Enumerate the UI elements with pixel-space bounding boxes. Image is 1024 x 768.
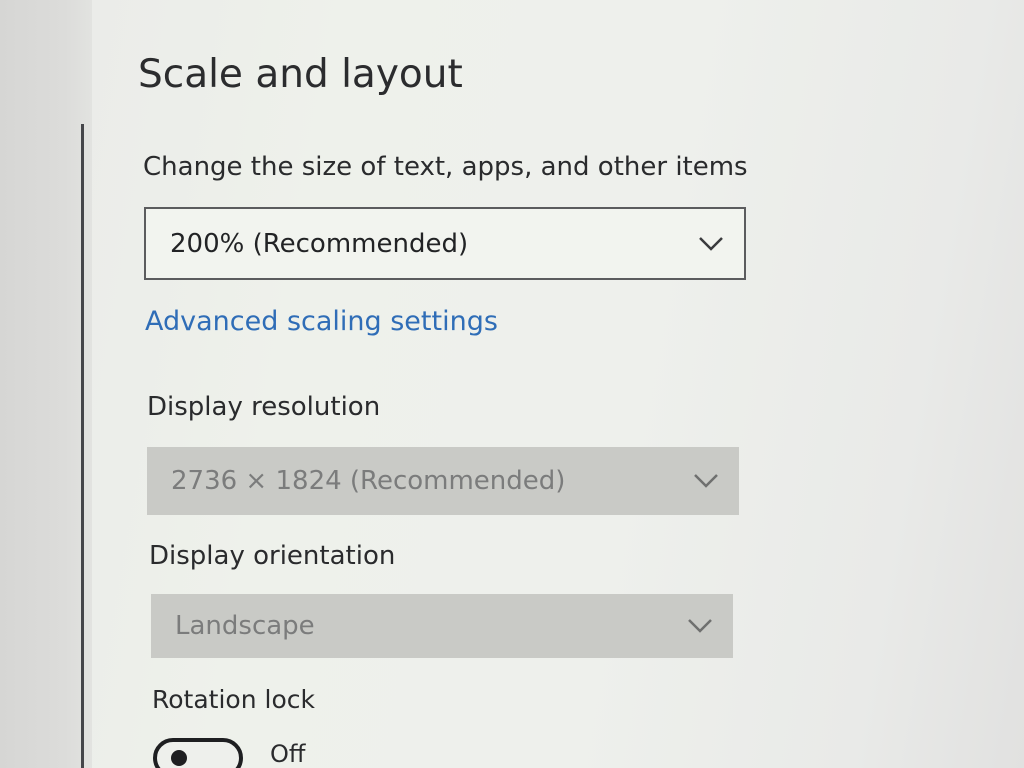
chevron-down-icon <box>699 236 723 251</box>
resolution-dropdown-value: 2736 × 1824 (Recommended) <box>171 466 566 496</box>
resolution-label: Display resolution <box>147 392 381 422</box>
scale-dropdown[interactable]: 200% (Recommended) <box>144 207 746 280</box>
section-title: Scale and layout <box>138 52 463 97</box>
chevron-down-icon <box>688 619 712 633</box>
scale-dropdown-value: 200% (Recommended) <box>170 228 469 259</box>
advanced-scaling-link[interactable]: Advanced scaling settings <box>145 306 498 337</box>
chevron-down-icon <box>694 474 718 488</box>
toggle-knob <box>171 750 187 766</box>
settings-content: Scale and layout Change the size of text… <box>0 0 1024 768</box>
rotation-lock-toggle[interactable] <box>153 738 243 768</box>
rotation-lock-label: Rotation lock <box>152 685 315 714</box>
orientation-label: Display orientation <box>149 541 396 571</box>
orientation-dropdown-value: Landscape <box>175 611 315 641</box>
rotation-lock-state: Off <box>270 740 306 768</box>
scale-label: Change the size of text, apps, and other… <box>143 152 748 182</box>
orientation-dropdown[interactable]: Landscape <box>151 594 733 658</box>
resolution-dropdown[interactable]: 2736 × 1824 (Recommended) <box>147 447 739 515</box>
